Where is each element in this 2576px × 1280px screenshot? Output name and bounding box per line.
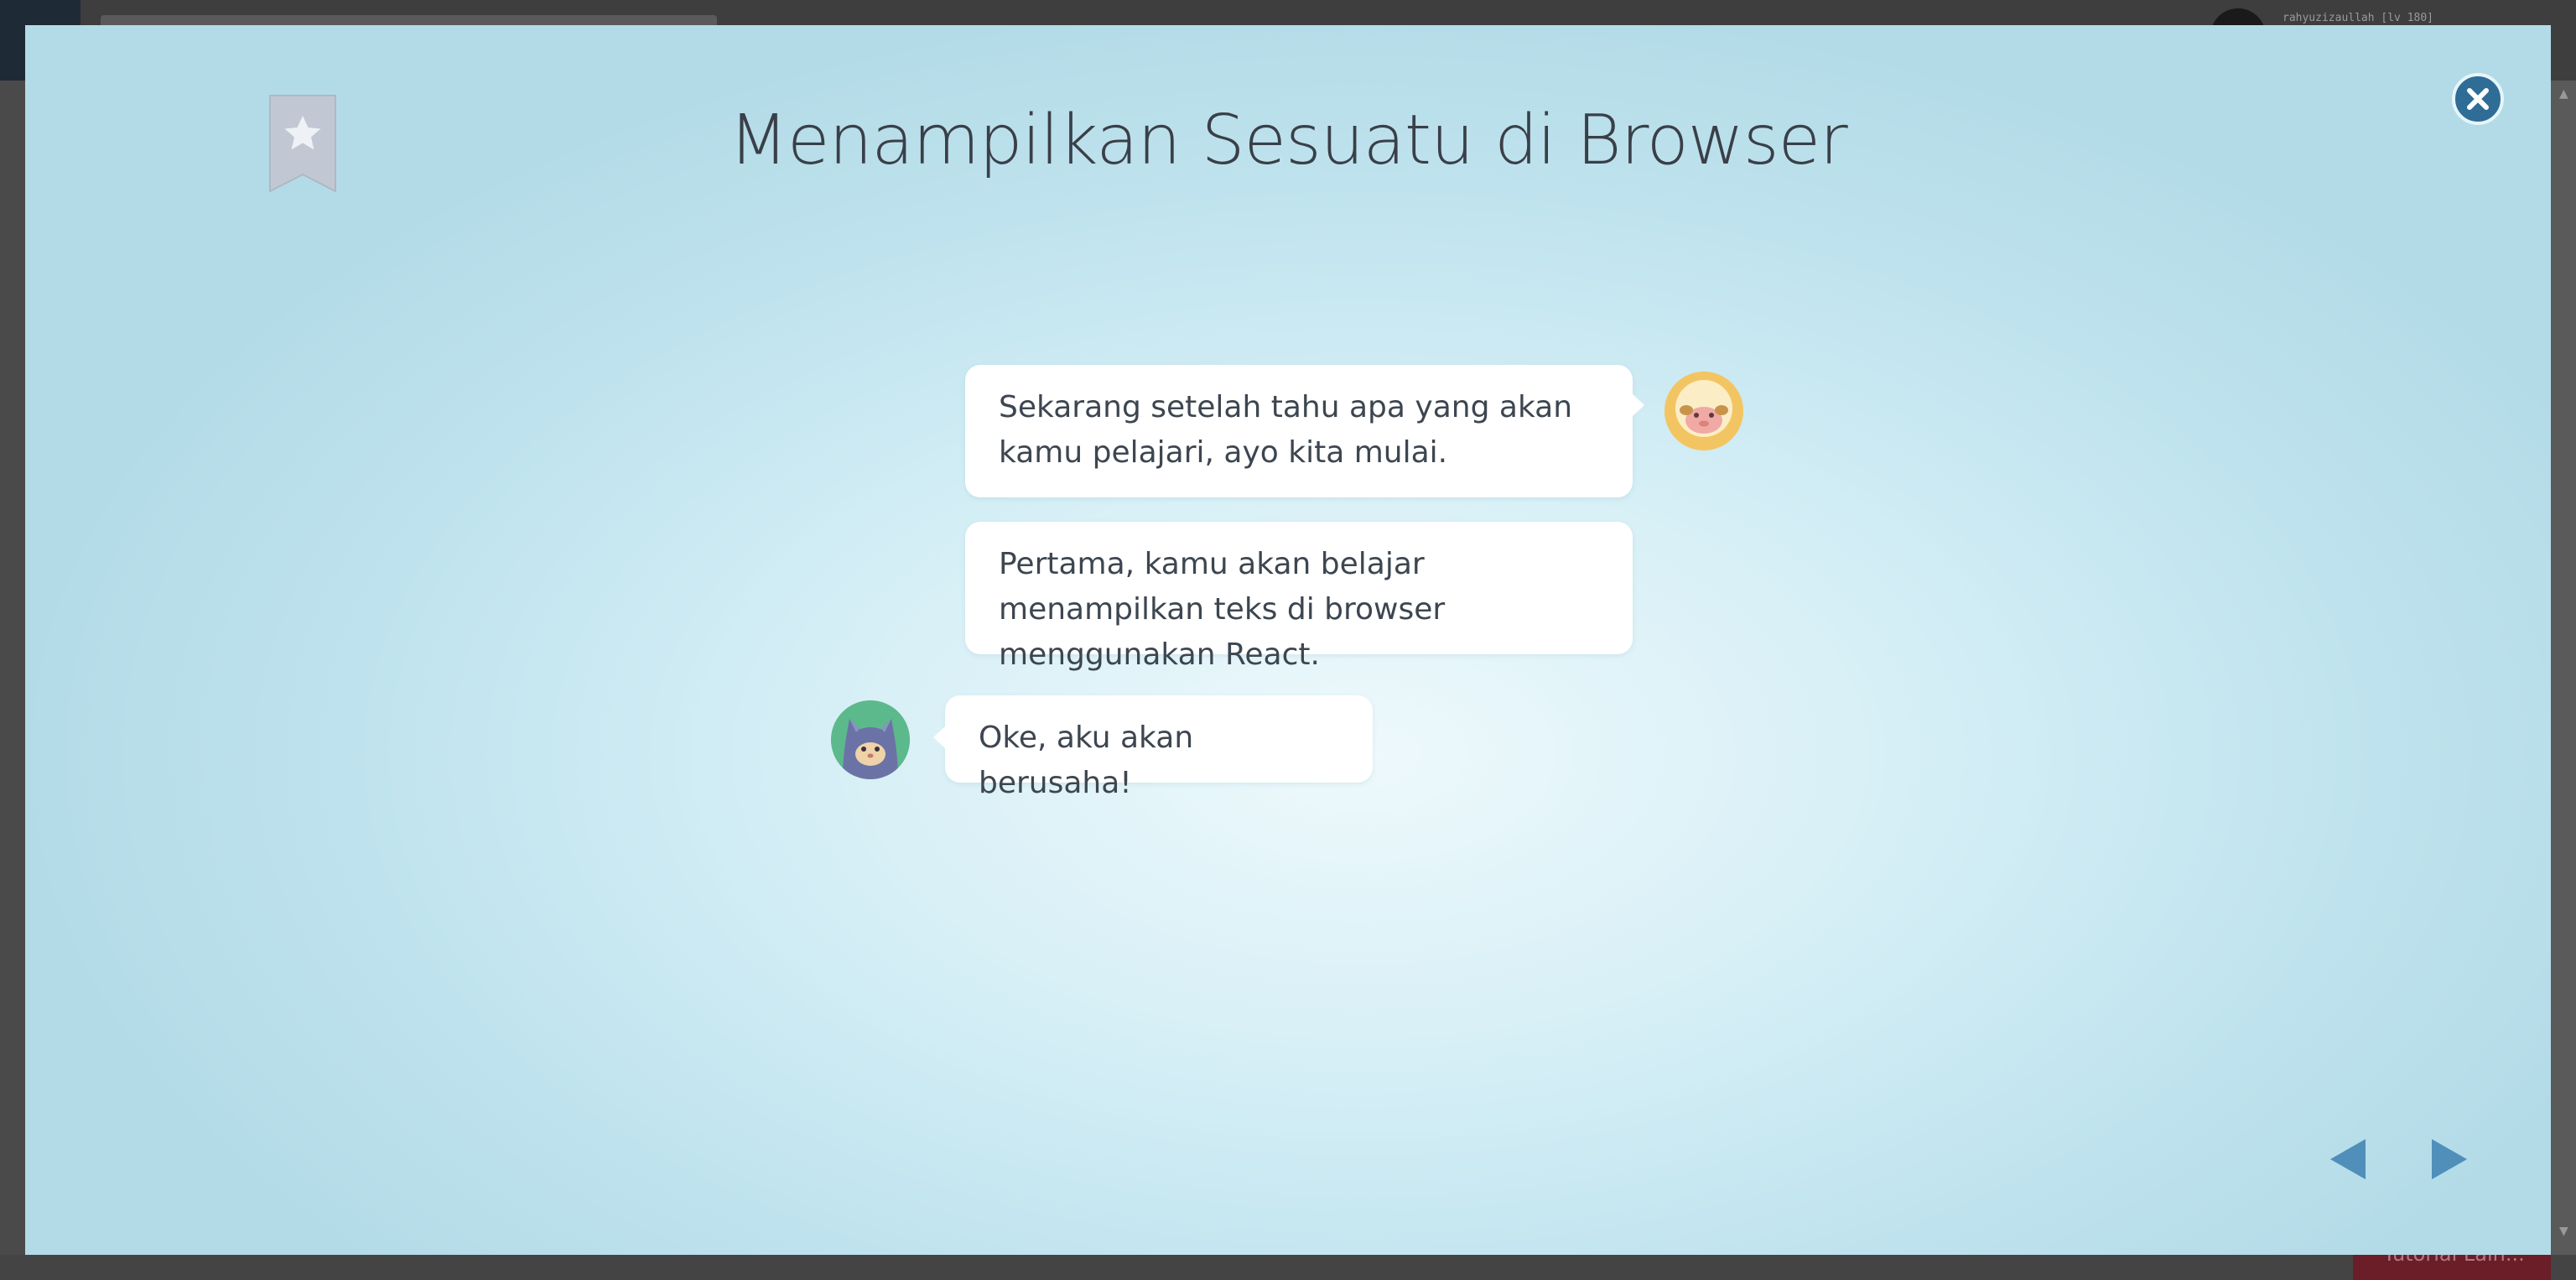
scroll-up-icon: ▲	[2559, 87, 2568, 101]
next-button[interactable]	[2430, 1137, 2469, 1184]
sheep-avatar	[1665, 372, 1743, 450]
previous-arrow-icon	[2330, 1139, 2366, 1179]
cat-avatar	[831, 700, 910, 779]
bubble-tail	[933, 726, 946, 749]
scroll-down-icon: ▼	[2559, 1225, 2568, 1238]
close-icon	[2467, 88, 2489, 110]
next-arrow-icon	[2432, 1139, 2467, 1179]
previous-button[interactable]	[2329, 1137, 2367, 1184]
background-scrollbar	[2551, 81, 2576, 1255]
close-button[interactable]	[2452, 73, 2504, 125]
background-username: rahyuzizaullah [lv 180]	[2283, 12, 2434, 24]
chat-bubble-1-text: Sekarang setelah tahu apa yang akan kamu…	[999, 390, 1573, 470]
lesson-modal: Menampilkan Sesuatu di Browser Sekarang …	[25, 25, 2551, 1255]
bubble-tail	[1632, 393, 1644, 417]
background-bottom-bar	[0, 1255, 2576, 1280]
chat-bubble-1: Sekarang setelah tahu apa yang akan kamu…	[965, 365, 1644, 497]
chat-bubble-2-text: Pertama, kamu akan belajar menampilkan t…	[999, 547, 1446, 672]
chat-bubble-3: Oke, aku akan berusaha!	[933, 695, 1373, 800]
chat-bubble-3-text: Oke, aku akan berusaha!	[979, 721, 1194, 800]
chat-bubble-2: Pertama, kamu akan belajar menampilkan t…	[965, 522, 1633, 672]
lesson-title: Menampilkan Sesuatu di Browser	[729, 101, 1848, 180]
